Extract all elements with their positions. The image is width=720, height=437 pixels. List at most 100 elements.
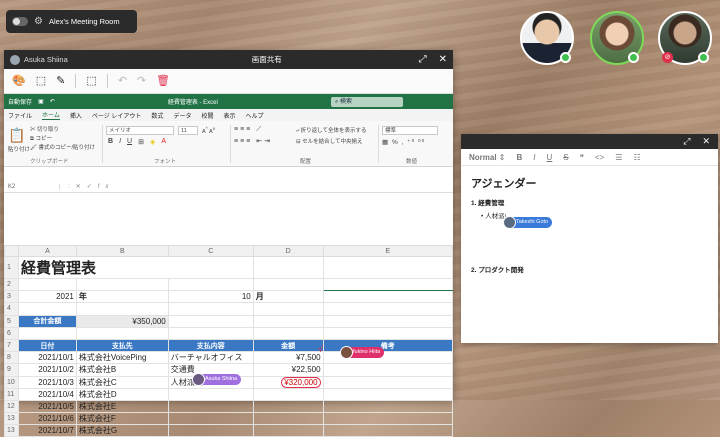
row-number[interactable]: 4 (4, 302, 19, 316)
cell[interactable] (322, 326, 454, 340)
cell[interactable] (252, 256, 324, 279)
cell[interactable] (167, 302, 254, 316)
cell-description[interactable] (167, 424, 254, 437)
font-size-select[interactable]: 11 (178, 126, 198, 135)
palette-icon[interactable]: 🎨 (12, 75, 26, 87)
row-number[interactable]: 9 (4, 363, 19, 377)
cut-button[interactable]: ✂ 切り取り (30, 125, 59, 133)
format-painter-button[interactable]: 🖌 書式のコピー/貼り付け (30, 143, 95, 151)
cell[interactable] (252, 302, 324, 316)
cell-date[interactable]: 2021/10/4 (17, 387, 77, 401)
row-number[interactable]: 7 (4, 338, 19, 353)
menu-review[interactable]: 校閲 (201, 111, 213, 120)
underline-icon[interactable]: U (547, 153, 553, 162)
cell-payee[interactable]: 株式会社F (75, 412, 169, 426)
ordered-list-icon[interactable]: ☰ (615, 153, 622, 162)
agenda-item-1[interactable]: 1. 経費管理 (471, 197, 708, 207)
cell[interactable] (322, 256, 454, 279)
month-unit[interactable]: 月 (252, 290, 324, 304)
redo-icon[interactable]: ↷ (137, 75, 146, 87)
selection-icon[interactable]: ⬚ (36, 75, 46, 87)
underline-icon[interactable]: U (127, 138, 132, 146)
cell[interactable] (252, 314, 324, 328)
font-name-select[interactable]: メイリオ (106, 126, 174, 135)
wrap-text-button[interactable]: ⤶ 折り返して全体を表示する (296, 126, 366, 135)
bold-icon[interactable]: B (108, 138, 113, 146)
cell-amount[interactable]: ¥7,500 (252, 351, 324, 365)
row-number[interactable]: 11 (4, 387, 19, 401)
cell-payee[interactable]: 株式会社B (75, 363, 169, 377)
year-value[interactable]: 2021 (17, 290, 77, 304)
quote-icon[interactable]: ❝ (580, 153, 584, 162)
strike-icon[interactable]: S (563, 153, 568, 162)
cell-notes[interactable] (322, 412, 454, 426)
room-bar[interactable]: ⚙ Alex's Meeting Room (6, 10, 137, 33)
formula-icons[interactable]: :✕✓fx (60, 183, 114, 190)
align-icons[interactable]: ≡≡≡ ⟋ (234, 126, 263, 134)
cell-description[interactable] (167, 399, 254, 414)
cell[interactable] (75, 326, 169, 340)
menu-file[interactable]: ファイル (8, 111, 32, 120)
cell-payee[interactable]: 株式会社C (75, 375, 169, 389)
trash-icon[interactable]: 🗑 (156, 75, 170, 87)
cell-amount[interactable] (252, 412, 324, 426)
number-format-select[interactable]: 標準 (382, 126, 438, 135)
agenda-item-2[interactable]: 2. プロダクト開発 (471, 264, 524, 274)
row-number[interactable]: 3 (4, 290, 19, 304)
cell-amount[interactable] (252, 387, 324, 401)
cell[interactable] (17, 302, 77, 316)
menu-help[interactable]: ヘルプ (245, 111, 263, 120)
menu-page-layout[interactable]: ページ レイアウト (92, 111, 142, 120)
row-number[interactable]: 8 (4, 351, 19, 365)
row-number[interactable]: 1 (4, 256, 19, 279)
italic-icon[interactable]: I (533, 153, 535, 162)
cell[interactable] (167, 326, 254, 340)
cell[interactable] (322, 314, 454, 328)
cell-date[interactable]: 2021/10/6 (17, 412, 77, 426)
agenda-title[interactable]: アジェンダー (471, 175, 708, 191)
bullet-list-icon[interactable]: ☷ (633, 153, 640, 162)
cell[interactable] (167, 277, 254, 292)
cell-notes[interactable] (322, 399, 454, 414)
cell-date[interactable]: 2021/10/2 (17, 363, 77, 377)
cell-date[interactable]: 2021/10/1 (17, 351, 77, 365)
cell-notes[interactable] (322, 363, 454, 377)
undo-icon[interactable]: ↶ (50, 98, 55, 105)
cell[interactable] (322, 290, 454, 304)
paste-icon[interactable]: 📋 (8, 127, 25, 144)
expand-icon[interactable]: ⤢ (683, 136, 690, 147)
cell-amount[interactable] (252, 399, 324, 414)
cell-description[interactable]: バーチャルオフィス (167, 351, 254, 365)
marquee-icon[interactable]: ⬚ (86, 75, 96, 87)
cell-date[interactable]: 2021/10/7 (17, 424, 77, 437)
header-date[interactable]: 日付 (17, 338, 77, 353)
gear-icon[interactable]: ⚙ (34, 16, 43, 27)
close-icon[interactable]: ✕ (439, 54, 447, 65)
border-icon[interactable]: ⊞ (138, 138, 144, 146)
row-number[interactable]: 6 (4, 326, 19, 340)
font-color-icon[interactable]: A (161, 138, 166, 146)
corner-cell[interactable] (4, 245, 19, 257)
row-number[interactable]: 13 (4, 424, 19, 437)
menu-home[interactable]: ホーム (42, 110, 60, 120)
year-unit[interactable]: 年 (75, 290, 169, 304)
cell[interactable] (322, 302, 454, 316)
cell[interactable] (252, 326, 324, 340)
cell[interactable] (322, 277, 454, 292)
save-icon[interactable]: ▣ (38, 98, 44, 105)
menu-insert[interactable]: 挿入 (70, 111, 82, 120)
cell[interactable] (252, 277, 324, 292)
undo-icon[interactable]: ↶ (118, 75, 127, 87)
cell-date[interactable]: 2021/10/5 (17, 399, 77, 414)
cell-amount[interactable]: ¥22,500 (252, 363, 324, 377)
room-toggle[interactable] (12, 17, 28, 26)
cell-payee[interactable]: 株式会社D (75, 387, 169, 401)
col-header-d[interactable]: D (252, 245, 324, 257)
style-select[interactable]: Normal ⇕ (469, 153, 506, 162)
header-amount[interactable]: 金額 (252, 338, 324, 353)
cell[interactable] (17, 326, 77, 340)
row-number[interactable]: 2 (4, 277, 19, 292)
row-number[interactable]: 13 (4, 412, 19, 426)
header-payee[interactable]: 支払先 (75, 338, 169, 353)
cell-description[interactable] (167, 387, 254, 401)
